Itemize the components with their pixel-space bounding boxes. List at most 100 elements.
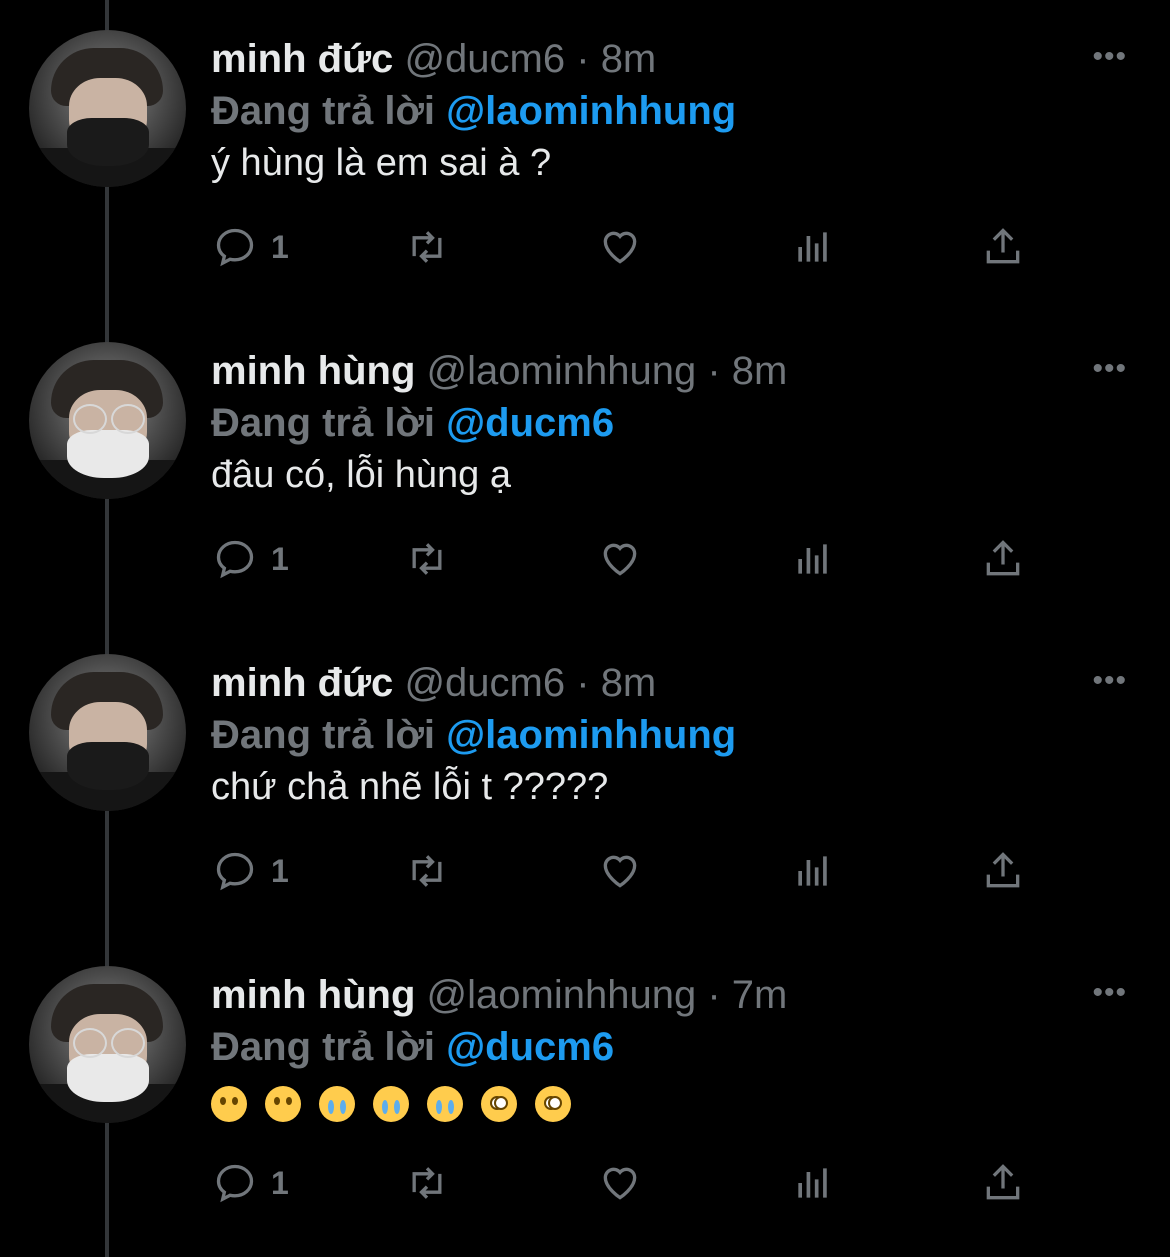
avatar[interactable] — [29, 966, 186, 1123]
tweet[interactable]: minh đức @ducm6 · 8m ••• Đang trả lời @l… — [0, 0, 1170, 312]
mention-link[interactable]: @ducm6 — [446, 1025, 614, 1069]
reply-count: 1 — [271, 1164, 289, 1201]
display-name[interactable]: minh hùng — [211, 973, 415, 1017]
display-name[interactable]: minh đức — [211, 661, 393, 705]
more-horizontal-icon[interactable]: ••• — [1092, 352, 1127, 386]
share-button[interactable] — [981, 222, 1025, 272]
reply-count: 1 — [271, 228, 289, 265]
replying-to-label: Đang trả lời — [211, 89, 436, 133]
like-button[interactable] — [598, 846, 642, 896]
more-horizontal-icon[interactable]: ••• — [1092, 976, 1127, 1010]
share-button[interactable] — [981, 846, 1025, 896]
separator-dot: · — [576, 37, 590, 81]
tweet-header: minh hùng @laominhhung · 7m — [211, 972, 787, 1018]
reply-button[interactable]: 1 — [213, 222, 289, 272]
reply-button[interactable]: 1 — [213, 846, 289, 896]
share-upload-icon — [986, 228, 1020, 264]
heart-icon — [603, 231, 637, 264]
replying-to: Đang trả lời @ducm6 — [211, 400, 614, 446]
tweet-text: chứ chả nhẽ lỗi t ????? — [211, 766, 609, 808]
loudly-crying-face-icon — [319, 1086, 355, 1122]
user-handle[interactable]: @ducm6 — [404, 661, 565, 705]
retweet-icon — [412, 1167, 442, 1199]
views-button[interactable] — [791, 1158, 835, 1208]
share-upload-icon — [986, 1164, 1020, 1200]
pleading-face-icon — [481, 1086, 517, 1122]
more-horizontal-icon[interactable]: ••• — [1092, 40, 1127, 74]
reply-button[interactable]: 1 — [213, 1158, 289, 1208]
more-horizontal-icon[interactable]: ••• — [1092, 664, 1127, 698]
views-button[interactable] — [791, 222, 835, 272]
retweet-icon — [412, 543, 442, 575]
replying-to: Đang trả lời @laominhhung — [211, 712, 736, 758]
like-button[interactable] — [598, 534, 642, 584]
display-name[interactable]: minh hùng — [211, 349, 415, 393]
tweet-text: ý hùng là em sai à ? — [211, 142, 552, 184]
reply-button[interactable]: 1 — [213, 534, 289, 584]
avatar[interactable] — [29, 654, 186, 811]
timestamp[interactable]: 8m — [732, 349, 788, 393]
like-button[interactable] — [598, 1158, 642, 1208]
replying-to: Đang trả lời @ducm6 — [211, 1024, 614, 1070]
hugging-face-icon — [265, 1086, 301, 1122]
separator-dot: · — [707, 349, 721, 393]
tweet[interactable]: minh hùng @laominhhung · 8m ••• Đang trả… — [0, 312, 1170, 624]
loudly-crying-face-icon — [373, 1086, 409, 1122]
tweet-header: minh đức @ducm6 · 8m — [211, 660, 656, 706]
replying-to-label: Đang trả lời — [211, 401, 436, 445]
reply-count: 1 — [271, 540, 289, 577]
avatar[interactable] — [29, 30, 186, 187]
share-upload-icon — [986, 540, 1020, 576]
reply-bubble-icon — [216, 1164, 254, 1203]
separator-dot: · — [576, 661, 590, 705]
tweet-actions: 1 — [213, 534, 1033, 584]
tweet-actions: 1 — [213, 1158, 1033, 1208]
tweet-emoji-content — [211, 1086, 571, 1122]
user-handle[interactable]: @ducm6 — [404, 37, 565, 81]
replying-to: Đang trả lời @laominhhung — [211, 88, 736, 134]
tweet[interactable]: minh hùng @laominhhung · 7m ••• Đang trả… — [0, 936, 1170, 1248]
timestamp[interactable]: 7m — [732, 973, 788, 1017]
mention-link[interactable]: @ducm6 — [446, 401, 614, 445]
tweet-header: minh đức @ducm6 · 8m — [211, 36, 656, 82]
retweet-button[interactable] — [405, 1158, 449, 1208]
user-handle[interactable]: @laominhhung — [427, 973, 697, 1017]
tweet-actions: 1 — [213, 846, 1033, 896]
views-button[interactable] — [791, 846, 835, 896]
analytics-bars-icon — [798, 856, 827, 886]
retweet-button[interactable] — [405, 534, 449, 584]
separator-dot: · — [707, 973, 721, 1017]
reply-count: 1 — [271, 852, 289, 889]
retweet-button[interactable] — [405, 846, 449, 896]
share-button[interactable] — [981, 534, 1025, 584]
tweet-actions: 1 — [213, 222, 1033, 272]
share-button[interactable] — [981, 1158, 1025, 1208]
heart-icon — [603, 855, 637, 888]
share-upload-icon — [986, 852, 1020, 888]
reply-bubble-icon — [216, 228, 254, 267]
hugging-face-icon — [211, 1086, 247, 1122]
timestamp[interactable]: 8m — [601, 661, 657, 705]
mention-link[interactable]: @laominhhung — [446, 89, 736, 133]
heart-icon — [603, 543, 637, 576]
reply-bubble-icon — [216, 540, 254, 579]
avatar[interactable] — [29, 342, 186, 499]
display-name[interactable]: minh đức — [211, 37, 393, 81]
tweet-text: đâu có, lỗi hùng ạ — [211, 454, 512, 496]
reply-bubble-icon — [216, 852, 254, 891]
tweet-header: minh hùng @laominhhung · 8m — [211, 348, 787, 394]
mention-link[interactable]: @laominhhung — [446, 713, 736, 757]
pleading-face-icon — [535, 1086, 571, 1122]
user-handle[interactable]: @laominhhung — [427, 349, 697, 393]
timestamp[interactable]: 8m — [601, 37, 657, 81]
analytics-bars-icon — [798, 544, 827, 574]
tweet[interactable]: minh đức @ducm6 · 8m ••• Đang trả lời @l… — [0, 624, 1170, 936]
retweet-button[interactable] — [405, 222, 449, 272]
views-button[interactable] — [791, 534, 835, 584]
analytics-bars-icon — [798, 1168, 827, 1198]
retweet-icon — [412, 231, 442, 263]
heart-icon — [603, 1167, 637, 1200]
analytics-bars-icon — [798, 232, 827, 262]
replying-to-label: Đang trả lời — [211, 713, 436, 757]
like-button[interactable] — [598, 222, 642, 272]
